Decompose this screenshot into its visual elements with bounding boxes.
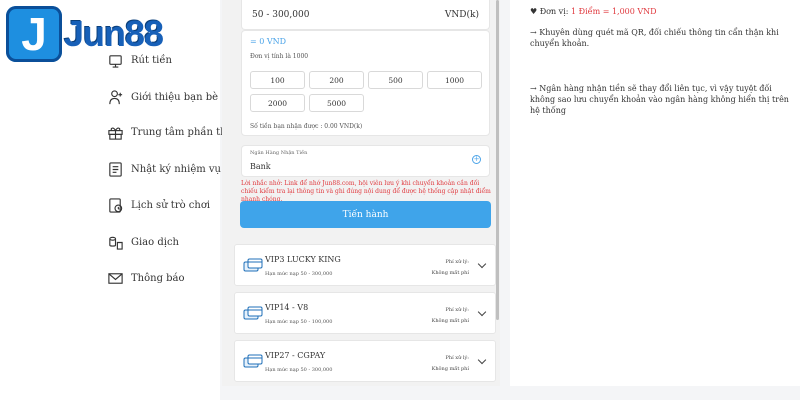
fee-label: Phí xử lý: [445,307,469,313]
amount-chip[interactable]: 500 [368,71,423,89]
vip-limit: Hạn mức nạp 50 - 100,000 [265,319,333,325]
chevron-down-icon[interactable] [477,259,487,269]
unit-info: ♥ Đơn vị: 1 Điểm = 1,000 VND [530,7,657,16]
sidebar-item-notifications[interactable]: Thông báo [106,266,185,290]
amount-chip[interactable]: 5000 [309,94,364,112]
tip-qr: → Khuyên dùng quét mã QR, đối chiếu thôn… [530,28,779,48]
vip-fee: Phí xử lý: Không mất phí [432,257,469,279]
bank-card-icon [243,258,263,272]
sidebar-item-label: Rút tiền [131,54,172,66]
sidebar-item-label: Nhật ký nhiệm vụ [131,163,221,175]
amount-chip[interactable]: 100 [250,71,305,89]
sidebar-item-task-log[interactable]: Nhật ký nhiệm vụ [106,157,221,181]
unit-prefix: ♥ Đơn vị: [530,7,571,16]
fee-label: Phí xử lý: [445,259,469,265]
amount-range: 50 - 300,000 [252,9,310,20]
vip-option[interactable]: VIP14 - V8 Hạn mức nạp 50 - 100,000 Phí … [234,292,496,334]
vip-limit: Hạn mức nạp 50 - 300,000 [265,367,333,373]
history-icon [106,196,124,214]
sidebar-item-withdraw[interactable]: Rút tiền [106,48,172,72]
sidebar-item-game-history[interactable]: Lịch sử trò chơi [106,193,210,217]
scrollbar[interactable] [496,0,499,320]
vip-name: VIP14 - V8 [265,303,309,312]
sidebar-item-label: Giao dịch [131,236,179,248]
withdraw-icon [106,51,124,69]
amount-input-card: = 0 VND Đơn vị tính là 1000 100 200 500 … [241,30,490,136]
bank-card-icon [243,354,263,368]
vip-fee: Phí xử lý: Không mất phí [432,353,469,375]
bank-value: Bank [250,162,271,171]
fee-label: Phí xử lý: [445,355,469,361]
vip-fee: Phí xử lý: Không mất phí [432,305,469,327]
vip-option[interactable]: VIP3 LUCKY KING Hạn mức nạp 50 - 300,000… [234,244,496,286]
vip-limit: Hạn mức nạp 50 - 300,000 [265,271,333,277]
bank-card-icon [243,306,263,320]
vip-name: VIP27 - CGPAY [265,351,326,360]
gift-icon [106,123,124,141]
amount-chip[interactable]: 2000 [250,94,305,112]
fee-value: Không mất phí [431,318,469,324]
quick-amount-chips: 100 200 500 1000 2000 5000 [250,71,486,112]
task-log-icon [106,160,124,178]
amount-chip[interactable]: 200 [309,71,364,89]
fee-value: Không mất phí [431,270,469,276]
currency-unit: VND(k) [444,9,479,20]
sidebar-item-transactions[interactable]: Giao dịch [106,230,179,254]
vip-option[interactable]: VIP27 - CGPAY Hạn mức nạp 50 - 300,000 P… [234,340,496,382]
unit-hint: Đơn vị tính là 1000 [250,53,309,60]
sidebar-item-label: Lịch sử trò chơi [131,199,211,211]
chevron-down-icon[interactable] [477,307,487,317]
bank-select[interactable]: Ngân Hàng Nhận Tiền Bank + [241,145,490,177]
chevron-down-icon[interactable] [477,355,487,365]
refer-friend-icon [106,88,124,106]
plus-circle-icon[interactable]: + [472,155,481,164]
unit-value: 1 Điểm = 1,000 VND [571,7,657,16]
vip-name: VIP3 LUCKY KING [265,255,341,264]
bank-label: Ngân Hàng Nhận Tiền [250,150,308,156]
transaction-icon [106,233,124,251]
info-panel [510,0,800,386]
received-amount: Số tiền bạn nhận được : 0.00 VND(k) [250,123,363,130]
amount-value[interactable]: = 0 VND [250,37,481,46]
fee-value: Không mất phí [431,366,469,372]
sidebar-item-refer[interactable]: Giới thiệu bạn bè [106,85,218,109]
amount-chip[interactable]: 1000 [427,71,482,89]
amount-range-row: 50 - 300,000 VND(k) [241,0,490,30]
tip-bank-change: → Ngân hàng nhận tiền sẽ thay đổi liên t… [530,84,789,115]
sidebar-item-label: Giới thiệu bạn bè [131,91,219,103]
logo-mark: J [6,6,62,62]
sidebar-item-label: Thông báo [131,272,185,284]
mail-icon [106,269,124,287]
proceed-button[interactable]: Tiến hành [240,201,491,228]
